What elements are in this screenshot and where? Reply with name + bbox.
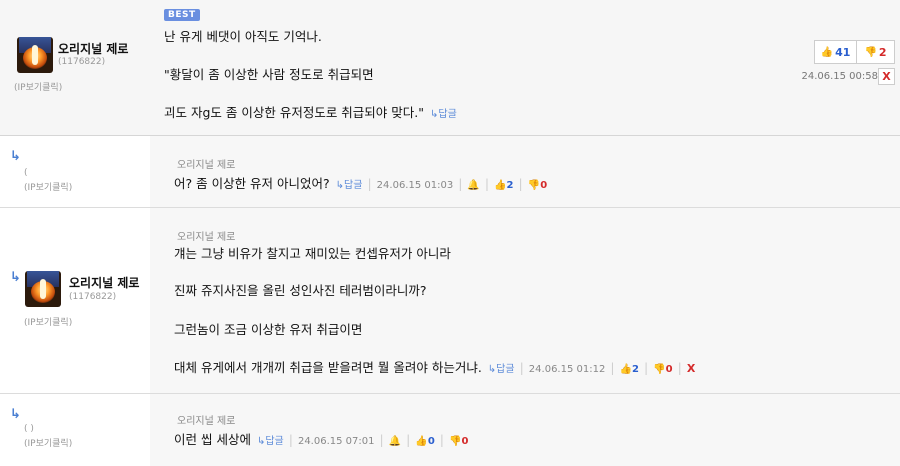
- reply-link[interactable]: ↳답글: [257, 436, 284, 447]
- downvote-count: 0: [665, 364, 673, 375]
- reply-link[interactable]: ↳답글: [488, 364, 515, 375]
- comment-line-text: 괴도 자g도 좀 이상한 유저정도로 취급되야 맞다.": [164, 105, 424, 120]
- comment-date: 24.06.15 01:03: [376, 180, 454, 191]
- thumbs-down-icon[interactable]: 👎: [528, 180, 540, 191]
- thumbs-down-icon: 👎: [864, 46, 877, 58]
- comment-line: 괴도 자g도 좀 이상한 유저정도로 취급되야 맞다." ↳답글: [164, 102, 457, 121]
- comment-date: 24.06.15 07:01: [297, 436, 375, 447]
- comment-line: "황달이 좀 이상한 사람 정도로 취급되면: [164, 67, 374, 82]
- comment-line: 대체 유게에서 개개끼 취급을 받을려면 뭘 올려야 하는거냐. ↳답글 | 24.0…: [174, 357, 695, 376]
- reply-author-column: ↳ ( (IP보기클릭): [0, 136, 150, 207]
- author-nick[interactable]: 오리지널 제로: [58, 40, 128, 57]
- report-bell-icon[interactable]: 🔔: [389, 436, 401, 447]
- divider: |: [677, 360, 682, 375]
- thumbs-up-icon[interactable]: 👍: [620, 364, 632, 375]
- ip-view-link[interactable]: (IP보기클릭): [14, 80, 62, 93]
- upvote-count: 0: [427, 436, 435, 447]
- comment-line: 어? 좀 이상한 유저 아니었어? ↳답글 | 24.06.15 01:03 | 🔔 | 👍2…: [174, 173, 547, 192]
- hidden-author: [24, 409, 108, 423]
- upvote-count: 2: [506, 180, 514, 191]
- reply-body: 오리지널 제로 걔는 그냥 비유가 찰지고 재미있는 컨셉유저가 아니라 진짜 …: [150, 208, 900, 393]
- upvote-button[interactable]: 👍 41: [814, 40, 857, 64]
- reply-body: 오리지널 제로 이런 씹 세상에 ↳답글 | 24.06.15 07:01 | 🔔 | 👍0 |…: [150, 394, 900, 466]
- author-nick[interactable]: 오리지널 제로: [69, 274, 139, 291]
- divider: |: [519, 360, 524, 375]
- ip-view-link[interactable]: (IP보기클릭): [24, 315, 72, 328]
- comment-line-text: 이런 씹 세상에: [174, 432, 251, 447]
- reply-body: 오리지널 제로 어? 좀 이상한 유저 아니었어? ↳답글 | 24.06.15 01…: [150, 136, 900, 207]
- reply-link[interactable]: ↳답글: [430, 109, 457, 120]
- comment-line-text: 어? 좀 이상한 유저 아니었어?: [174, 176, 330, 191]
- best-badge: BEST: [164, 9, 200, 21]
- downvote-button[interactable]: 👎 2: [856, 40, 895, 64]
- comment-line-text: 대체 유게에서 개개끼 취급을 받을려면 뭘 올려야 하는거냐.: [174, 360, 482, 375]
- downvote-count: 0: [461, 436, 469, 447]
- comment-line: 그런놈이 조금 이상한 유저 취급이면: [174, 322, 363, 337]
- avatar[interactable]: [25, 271, 61, 307]
- best-author-column: 오리지널 제로 (1176822) (IP보기클릭): [0, 0, 150, 135]
- upvote-count: 41: [835, 45, 851, 59]
- thumbs-up-icon[interactable]: 👍: [415, 436, 427, 447]
- reply-arrow-icon: ↳: [10, 149, 21, 164]
- divider: |: [379, 432, 384, 447]
- thumbs-up-icon: 👍: [820, 46, 834, 58]
- author-uid: (: [24, 168, 28, 178]
- reply-comment: ↳ ( (IP보기클릭) 오리지널 제로 어? 좀 이상한 유저 아니었어? ↳답…: [0, 136, 900, 208]
- divider: |: [439, 432, 445, 447]
- divider: |: [518, 176, 523, 191]
- report-bell-icon[interactable]: 🔔: [467, 180, 479, 191]
- divider: |: [288, 432, 293, 447]
- thumbs-down-icon[interactable]: 👎: [449, 436, 461, 447]
- ip-view-link[interactable]: (IP보기클릭): [24, 436, 72, 449]
- reply-link[interactable]: ↳답글: [336, 180, 363, 191]
- author-uid: (1176822): [58, 57, 106, 67]
- divider: |: [484, 176, 490, 191]
- comment-date: 24.06.15 01:12: [528, 364, 606, 375]
- upvote-count: 2: [632, 364, 639, 375]
- downvote-count: 0: [540, 180, 548, 191]
- reply-to-nick: 오리지널 제로: [177, 232, 236, 243]
- comment-date: 24.06.15 00:58: [801, 71, 878, 82]
- divider: |: [458, 176, 463, 191]
- best-comment: 오리지널 제로 (1176822) (IP보기클릭) BEST 난 유게 베댓이…: [0, 0, 900, 136]
- divider: |: [367, 176, 372, 191]
- ip-view-link[interactable]: (IP보기클릭): [24, 180, 72, 193]
- comment-line: 걔는 그냥 비유가 찰지고 재미있는 컨셉유저가 아니라: [174, 246, 451, 261]
- reply-to-nick: 오리지널 제로: [177, 416, 236, 427]
- thumbs-down-icon[interactable]: 👎: [653, 364, 665, 375]
- hidden-author: [24, 151, 108, 165]
- divider: |: [643, 360, 649, 375]
- reply-author-column: ↳ 오리지널 제로 (1176822) (IP보기클릭): [0, 208, 150, 393]
- reply-comment: ↳ ( ) (IP보기클릭) 오리지널 제로 이런 씹 세상에 ↳답글 | 24.06…: [0, 394, 900, 466]
- divider: |: [610, 360, 615, 375]
- divider: |: [406, 432, 411, 447]
- comment-line: 난 유게 베댓이 아직도 기억나.: [164, 29, 322, 44]
- reply-arrow-icon: ↳: [10, 407, 21, 422]
- author-uid: (1176822): [69, 292, 117, 302]
- reply-author-column: ↳ ( ) (IP보기클릭): [0, 394, 150, 466]
- author-uid: ( ): [24, 424, 34, 434]
- reply-arrow-icon: ↳: [10, 270, 21, 285]
- reply-to-nick: 오리지널 제로: [177, 160, 236, 171]
- comment-line: 이런 씹 세상에 ↳답글 | 24.06.15 07:01 | 🔔 | 👍0 | 👎0: [174, 429, 468, 448]
- thumbs-up-icon[interactable]: 👍: [494, 180, 506, 191]
- reply-comment: ↳ 오리지널 제로 (1176822) (IP보기클릭) 오리지널 제로 걔는 …: [0, 208, 900, 394]
- comment-line: 진짜 쥬지사진을 올린 성인사진 테러범이라니까?: [174, 283, 427, 298]
- delete-button[interactable]: X: [878, 68, 895, 85]
- delete-button[interactable]: X: [687, 362, 695, 375]
- downvote-count: 2: [878, 45, 887, 59]
- avatar[interactable]: [17, 37, 53, 73]
